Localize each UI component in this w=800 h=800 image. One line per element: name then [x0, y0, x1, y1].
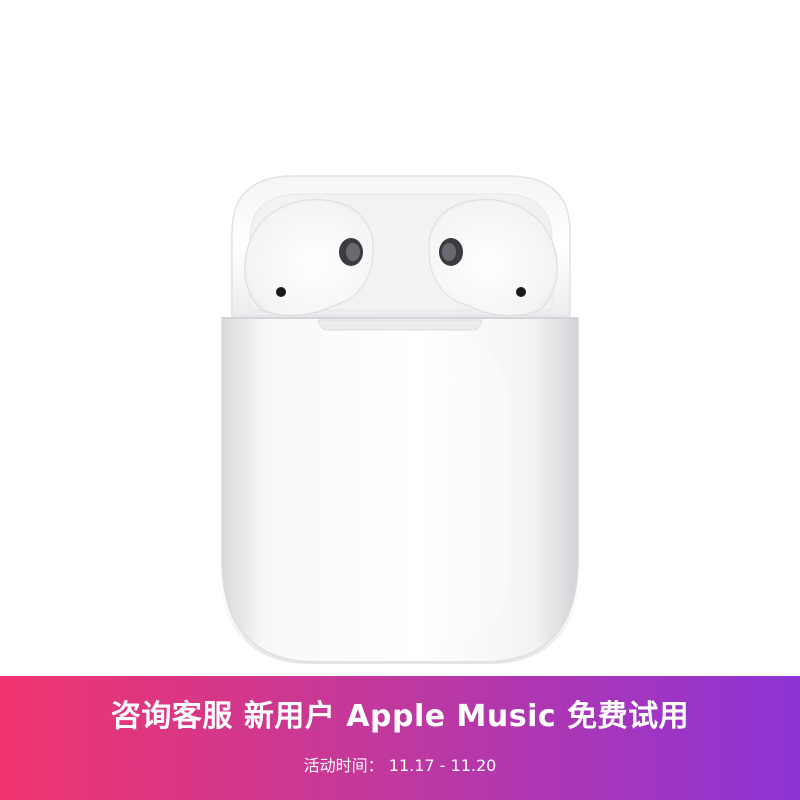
promo-headline: 咨询客服 新用户 Apple Music 免费试用	[110, 699, 690, 734]
promo-dates: 活动时间： 11.17 - 11.20	[303, 756, 497, 775]
airpods-case-image	[221, 175, 579, 664]
product-listing: 咨询客服 新用户 Apple Music 免费试用 活动时间： 11.17 - …	[0, 0, 800, 800]
promo-banner[interactable]: 咨询客服 新用户 Apple Music 免费试用 活动时间： 11.17 - …	[0, 676, 800, 800]
product-image-area	[0, 0, 800, 676]
